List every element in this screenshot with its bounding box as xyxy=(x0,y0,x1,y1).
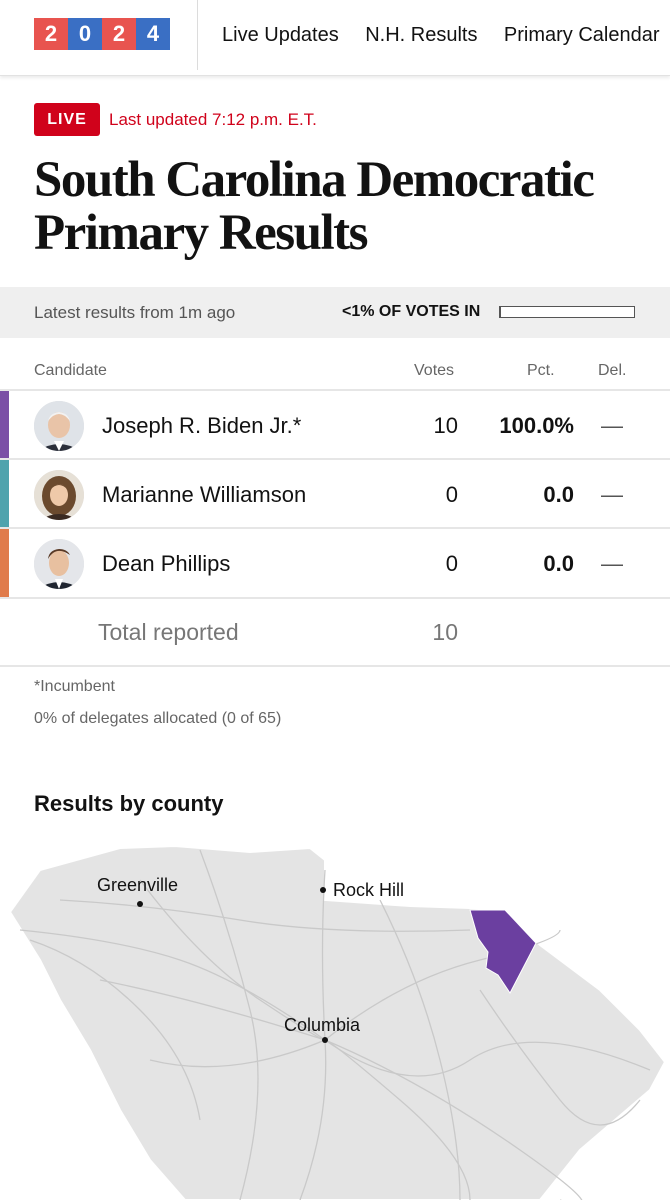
candidate-color-swatch xyxy=(0,391,9,459)
nav-links: Live Updates N.H. Results Primary Calend… xyxy=(222,24,670,47)
nav-link-nh-results[interactable]: N.H. Results xyxy=(365,24,477,47)
nav-link-live-updates[interactable]: Live Updates xyxy=(222,24,339,47)
candidate-name: Dean Phillips xyxy=(102,551,231,576)
candidate-name: Marianne Williamson xyxy=(102,482,307,507)
county-results-map[interactable]: Greenville Rock Hill Columbia xyxy=(0,840,670,1200)
logo-digit: 4 xyxy=(136,18,170,50)
candidate-row-biden: Joseph R. Biden Jr.* 10 100.0% — xyxy=(0,391,670,459)
votes-in-progress-bar xyxy=(499,306,635,318)
city-rock-hill: Rock Hill xyxy=(320,880,404,900)
column-header-candidate: Candidate xyxy=(34,362,107,379)
candidate-pct: 0.0 xyxy=(543,482,574,507)
city-label-columbia: Columbia xyxy=(284,1015,361,1035)
nav-divider xyxy=(197,0,198,70)
column-header-del: Del. xyxy=(598,362,627,379)
candidate-delegates: — xyxy=(601,482,623,507)
candidate-delegates: — xyxy=(601,413,623,438)
candidate-pct: 100.0% xyxy=(499,413,574,438)
table-divider xyxy=(0,597,670,599)
column-header-votes: Votes xyxy=(414,362,455,379)
candidate-votes: 0 xyxy=(445,482,458,507)
live-status-row: LIVE Last updated 7:12 p.m. E.T. xyxy=(34,103,317,136)
delegates-note: 0% of delegates allocated (0 of 65) xyxy=(34,710,282,727)
candidate-color-swatch xyxy=(0,529,9,597)
candidate-row-williamson: Marianne Williamson 0 0.0 — xyxy=(0,460,670,528)
live-badge: LIVE xyxy=(34,103,100,136)
votes-in-text: <1% OF VOTES IN xyxy=(342,303,481,320)
city-label-rock-hill: Rock Hill xyxy=(333,880,404,900)
latest-results-text: Latest results from 1m ago xyxy=(34,303,236,322)
total-reported-votes: 10 xyxy=(432,619,458,645)
avatar xyxy=(34,401,84,451)
nav-link-primary-calendar[interactable]: Primary Calendar xyxy=(504,24,660,47)
column-header-pct: Pct. xyxy=(527,362,555,379)
table-divider xyxy=(0,665,670,667)
candidate-delegates: — xyxy=(601,551,623,576)
candidate-votes: 10 xyxy=(433,413,458,438)
avatar xyxy=(34,539,84,589)
last-updated-text: Last updated 7:12 p.m. E.T. xyxy=(109,109,317,129)
election-2024-logo[interactable]: 2 0 2 4 xyxy=(34,18,170,50)
avatar xyxy=(34,470,84,520)
logo-digit: 0 xyxy=(68,18,102,50)
candidate-color-swatch xyxy=(0,460,9,528)
candidate-row-phillips: Dean Phillips 0 0.0 — xyxy=(0,529,670,597)
total-reported-label: Total reported xyxy=(98,619,239,645)
page-title: South Carolina Democratic Primary Result… xyxy=(34,152,595,261)
candidate-pct: 0.0 xyxy=(543,551,574,576)
incumbent-note: *Incumbent xyxy=(34,678,115,695)
logo-digit: 2 xyxy=(34,18,68,50)
results-by-county-title: Results by county xyxy=(34,791,224,816)
progress-fill xyxy=(500,307,501,317)
logo-digit: 2 xyxy=(102,18,136,50)
top-nav: 2 0 2 4 Live Updates N.H. Results Primar… xyxy=(0,0,670,76)
city-label-greenville: Greenville xyxy=(97,875,178,895)
candidate-name: Joseph R. Biden Jr.* xyxy=(102,413,302,438)
candidate-votes: 0 xyxy=(445,551,458,576)
